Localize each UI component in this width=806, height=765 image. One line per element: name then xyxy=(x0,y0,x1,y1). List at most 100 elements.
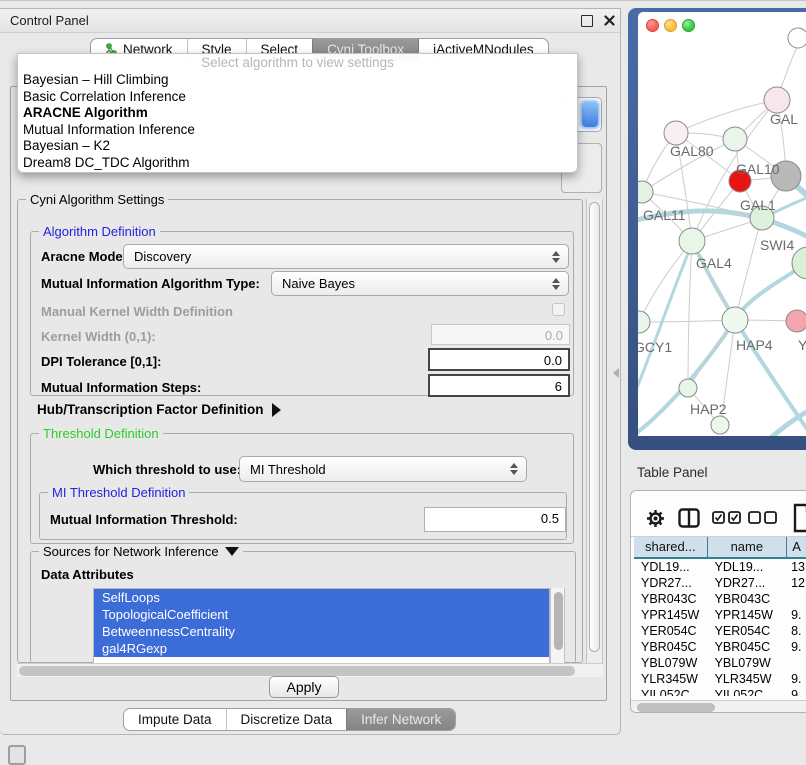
network-node-node-salmon[interactable] xyxy=(786,310,806,332)
window-minimize-icon[interactable] xyxy=(664,19,677,32)
mi-algorithm-type-combobox[interactable]: Naive Bayes xyxy=(271,271,569,296)
cell-shared-name[interactable]: YPR145W xyxy=(634,607,708,623)
table-row[interactable]: YBL079W YBL079W xyxy=(634,655,806,671)
cell-name[interactable]: YBR043C xyxy=(708,591,788,607)
network-node-GAL10[interactable] xyxy=(723,127,747,151)
dpi-tolerance-field[interactable]: 0.0 xyxy=(428,348,570,371)
cell-shared-name[interactable]: YLR345W xyxy=(634,671,708,687)
combobox-stepper-button-focused[interactable] xyxy=(582,102,598,127)
network-node-GAL4[interactable] xyxy=(679,228,705,254)
network-graph[interactable]: GALGAL80GAL10GAL1SWI4GAL11GAL4GCY1HAP4YH… xyxy=(638,12,806,436)
close-icon[interactable] xyxy=(604,15,615,26)
column-header-shared-name[interactable]: shared... xyxy=(634,537,708,557)
network-canvas[interactable]: GALGAL80GAL10GAL1SWI4GAL11GAL4GCY1HAP4YH… xyxy=(638,12,806,436)
algorithm-dropdown-item[interactable]: Dream8 DC_TDC Algorithm xyxy=(18,155,577,172)
cell-value[interactable]: 9. xyxy=(787,607,806,623)
network-node-node[interactable] xyxy=(788,28,806,48)
cell-value[interactable]: 9. xyxy=(787,639,806,655)
cell-shared-name[interactable]: YBR043C xyxy=(634,591,708,607)
network-edge[interactable] xyxy=(688,241,692,386)
algorithm-dropdown-item[interactable]: Mutual Information Inference xyxy=(18,122,577,139)
mi-threshold-field[interactable]: 0.5 xyxy=(424,507,566,532)
table-row[interactable]: YIL052C YIL052C 9 xyxy=(634,687,806,696)
data-attribute-item-selected[interactable]: TopologicalCoefficient xyxy=(94,606,549,623)
document-icon[interactable] xyxy=(793,503,806,533)
column-header-cut[interactable]: A xyxy=(787,537,806,557)
cell-shared-name[interactable]: YBR045C xyxy=(634,639,708,655)
cell-name[interactable]: YIL052C xyxy=(708,687,788,696)
algorithm-dropdown-item[interactable]: Basic Correlation Inference xyxy=(18,89,577,106)
attributes-list-scrollbar[interactable] xyxy=(550,588,565,664)
algorithm-dropdown-item[interactable]: Bayesian – Hill Climbing xyxy=(18,72,577,89)
aracne-mode-combobox[interactable]: Discovery xyxy=(123,244,569,269)
table-row[interactable]: YBR043C YBR043C xyxy=(634,591,806,607)
cell-name[interactable]: YBL079W xyxy=(708,655,788,671)
cell-shared-name[interactable]: YIL052C xyxy=(634,687,708,696)
deselect-all-checkboxes-icon[interactable] xyxy=(748,511,778,525)
cell-name[interactable]: YPR145W xyxy=(708,607,788,623)
data-attribute-item-selected[interactable]: SelfLoops xyxy=(94,589,549,606)
tab-infer-network[interactable]: Infer Network xyxy=(346,709,455,730)
mi-steps-field[interactable]: 6 xyxy=(428,374,570,397)
algorithm-dropdown-item[interactable]: ARACNE Algorithm xyxy=(18,105,577,122)
settings-horizontal-scrollbar[interactable] xyxy=(17,663,603,677)
table-horizontal-scrollbar[interactable] xyxy=(631,700,806,713)
settings-vscrollbar-thumb[interactable] xyxy=(589,202,600,652)
data-attribute-item-selected[interactable]: gal4RGexp xyxy=(94,640,549,657)
cell-shared-name[interactable]: YER054C xyxy=(634,623,708,639)
table-row[interactable]: YDR27... YDR27... 12 xyxy=(634,575,806,591)
splitter-collapse-icon[interactable] xyxy=(613,368,619,378)
cell-value[interactable] xyxy=(787,591,806,607)
network-node-GAL80[interactable] xyxy=(664,121,688,145)
table-row[interactable]: YDL19... YDL19... 13 xyxy=(634,559,806,575)
hub-definition-expander[interactable]: Hub/Transcription Factor Definition xyxy=(37,402,281,417)
which-threshold-combobox[interactable]: MI Threshold xyxy=(239,456,527,482)
network-node-node-bottom[interactable] xyxy=(711,416,729,434)
network-edge[interactable] xyxy=(678,100,777,132)
select-all-checkboxes-icon[interactable] xyxy=(712,511,742,525)
panel-grip-icon[interactable] xyxy=(8,745,26,765)
cell-name[interactable]: YER054C xyxy=(708,623,788,639)
cell-value[interactable]: 9. xyxy=(787,671,806,687)
table-row[interactable]: YER054C YER054C 8. xyxy=(634,623,806,639)
table-row[interactable]: YBR045C YBR045C 9. xyxy=(634,639,806,655)
cell-value[interactable]: 8. xyxy=(787,623,806,639)
settings-hscrollbar-thumb[interactable] xyxy=(19,666,575,676)
network-node-GCY1[interactable] xyxy=(638,311,650,333)
data-attributes-list[interactable]: SelfLoopsTopologicalCoefficientBetweenne… xyxy=(93,588,550,664)
tab-discretize-data[interactable]: Discretize Data xyxy=(226,709,347,730)
cell-name[interactable]: YDR27... xyxy=(708,575,788,591)
algorithm-dropdown-item[interactable]: Bayesian – K2 xyxy=(18,138,577,155)
table-row[interactable]: YPR145W YPR145W 9. xyxy=(634,607,806,623)
cell-value[interactable] xyxy=(787,655,806,671)
table-row[interactable]: YLR345W YLR345W 9. xyxy=(634,671,806,687)
cell-name[interactable]: YBR045C xyxy=(708,639,788,655)
cell-shared-name[interactable]: YDL19... xyxy=(634,559,708,575)
gear-icon[interactable] xyxy=(646,509,665,528)
kernel-width-field[interactable]: 0.0 xyxy=(431,324,570,345)
network-node-node-pink[interactable] xyxy=(764,87,790,113)
split-columns-icon[interactable] xyxy=(678,508,700,528)
cell-value[interactable]: 12 xyxy=(787,575,806,591)
manual-kernel-width-checkbox[interactable] xyxy=(552,303,565,316)
network-node-HAP4[interactable] xyxy=(722,307,748,333)
network-edge[interactable] xyxy=(639,320,733,322)
cell-name[interactable]: YLR345W xyxy=(708,671,788,687)
data-attribute-item-selected[interactable]: BetweennessCentrality xyxy=(94,623,549,640)
cell-value[interactable]: 13 xyxy=(787,559,806,575)
settings-vertical-scrollbar[interactable] xyxy=(586,199,603,663)
window-zoom-icon[interactable] xyxy=(682,19,695,32)
sources-group-title-row[interactable]: Sources for Network Inference xyxy=(39,544,243,559)
float-window-icon[interactable] xyxy=(581,15,593,27)
table-hscrollbar-thumb[interactable] xyxy=(637,703,715,712)
cell-shared-name[interactable]: YBL079W xyxy=(634,655,708,671)
cell-value[interactable]: 9 xyxy=(787,687,806,696)
cell-name[interactable]: YDL19... xyxy=(708,559,788,575)
tab-impute-data[interactable]: Impute Data xyxy=(124,709,226,730)
column-header-name[interactable]: name xyxy=(708,537,788,557)
cell-shared-name[interactable]: YDR27... xyxy=(634,575,708,591)
network-node-HAP2[interactable] xyxy=(679,379,697,397)
apply-button[interactable]: Apply xyxy=(269,676,339,698)
window-close-icon[interactable] xyxy=(646,19,659,32)
attributes-scrollbar-thumb[interactable] xyxy=(554,592,563,650)
